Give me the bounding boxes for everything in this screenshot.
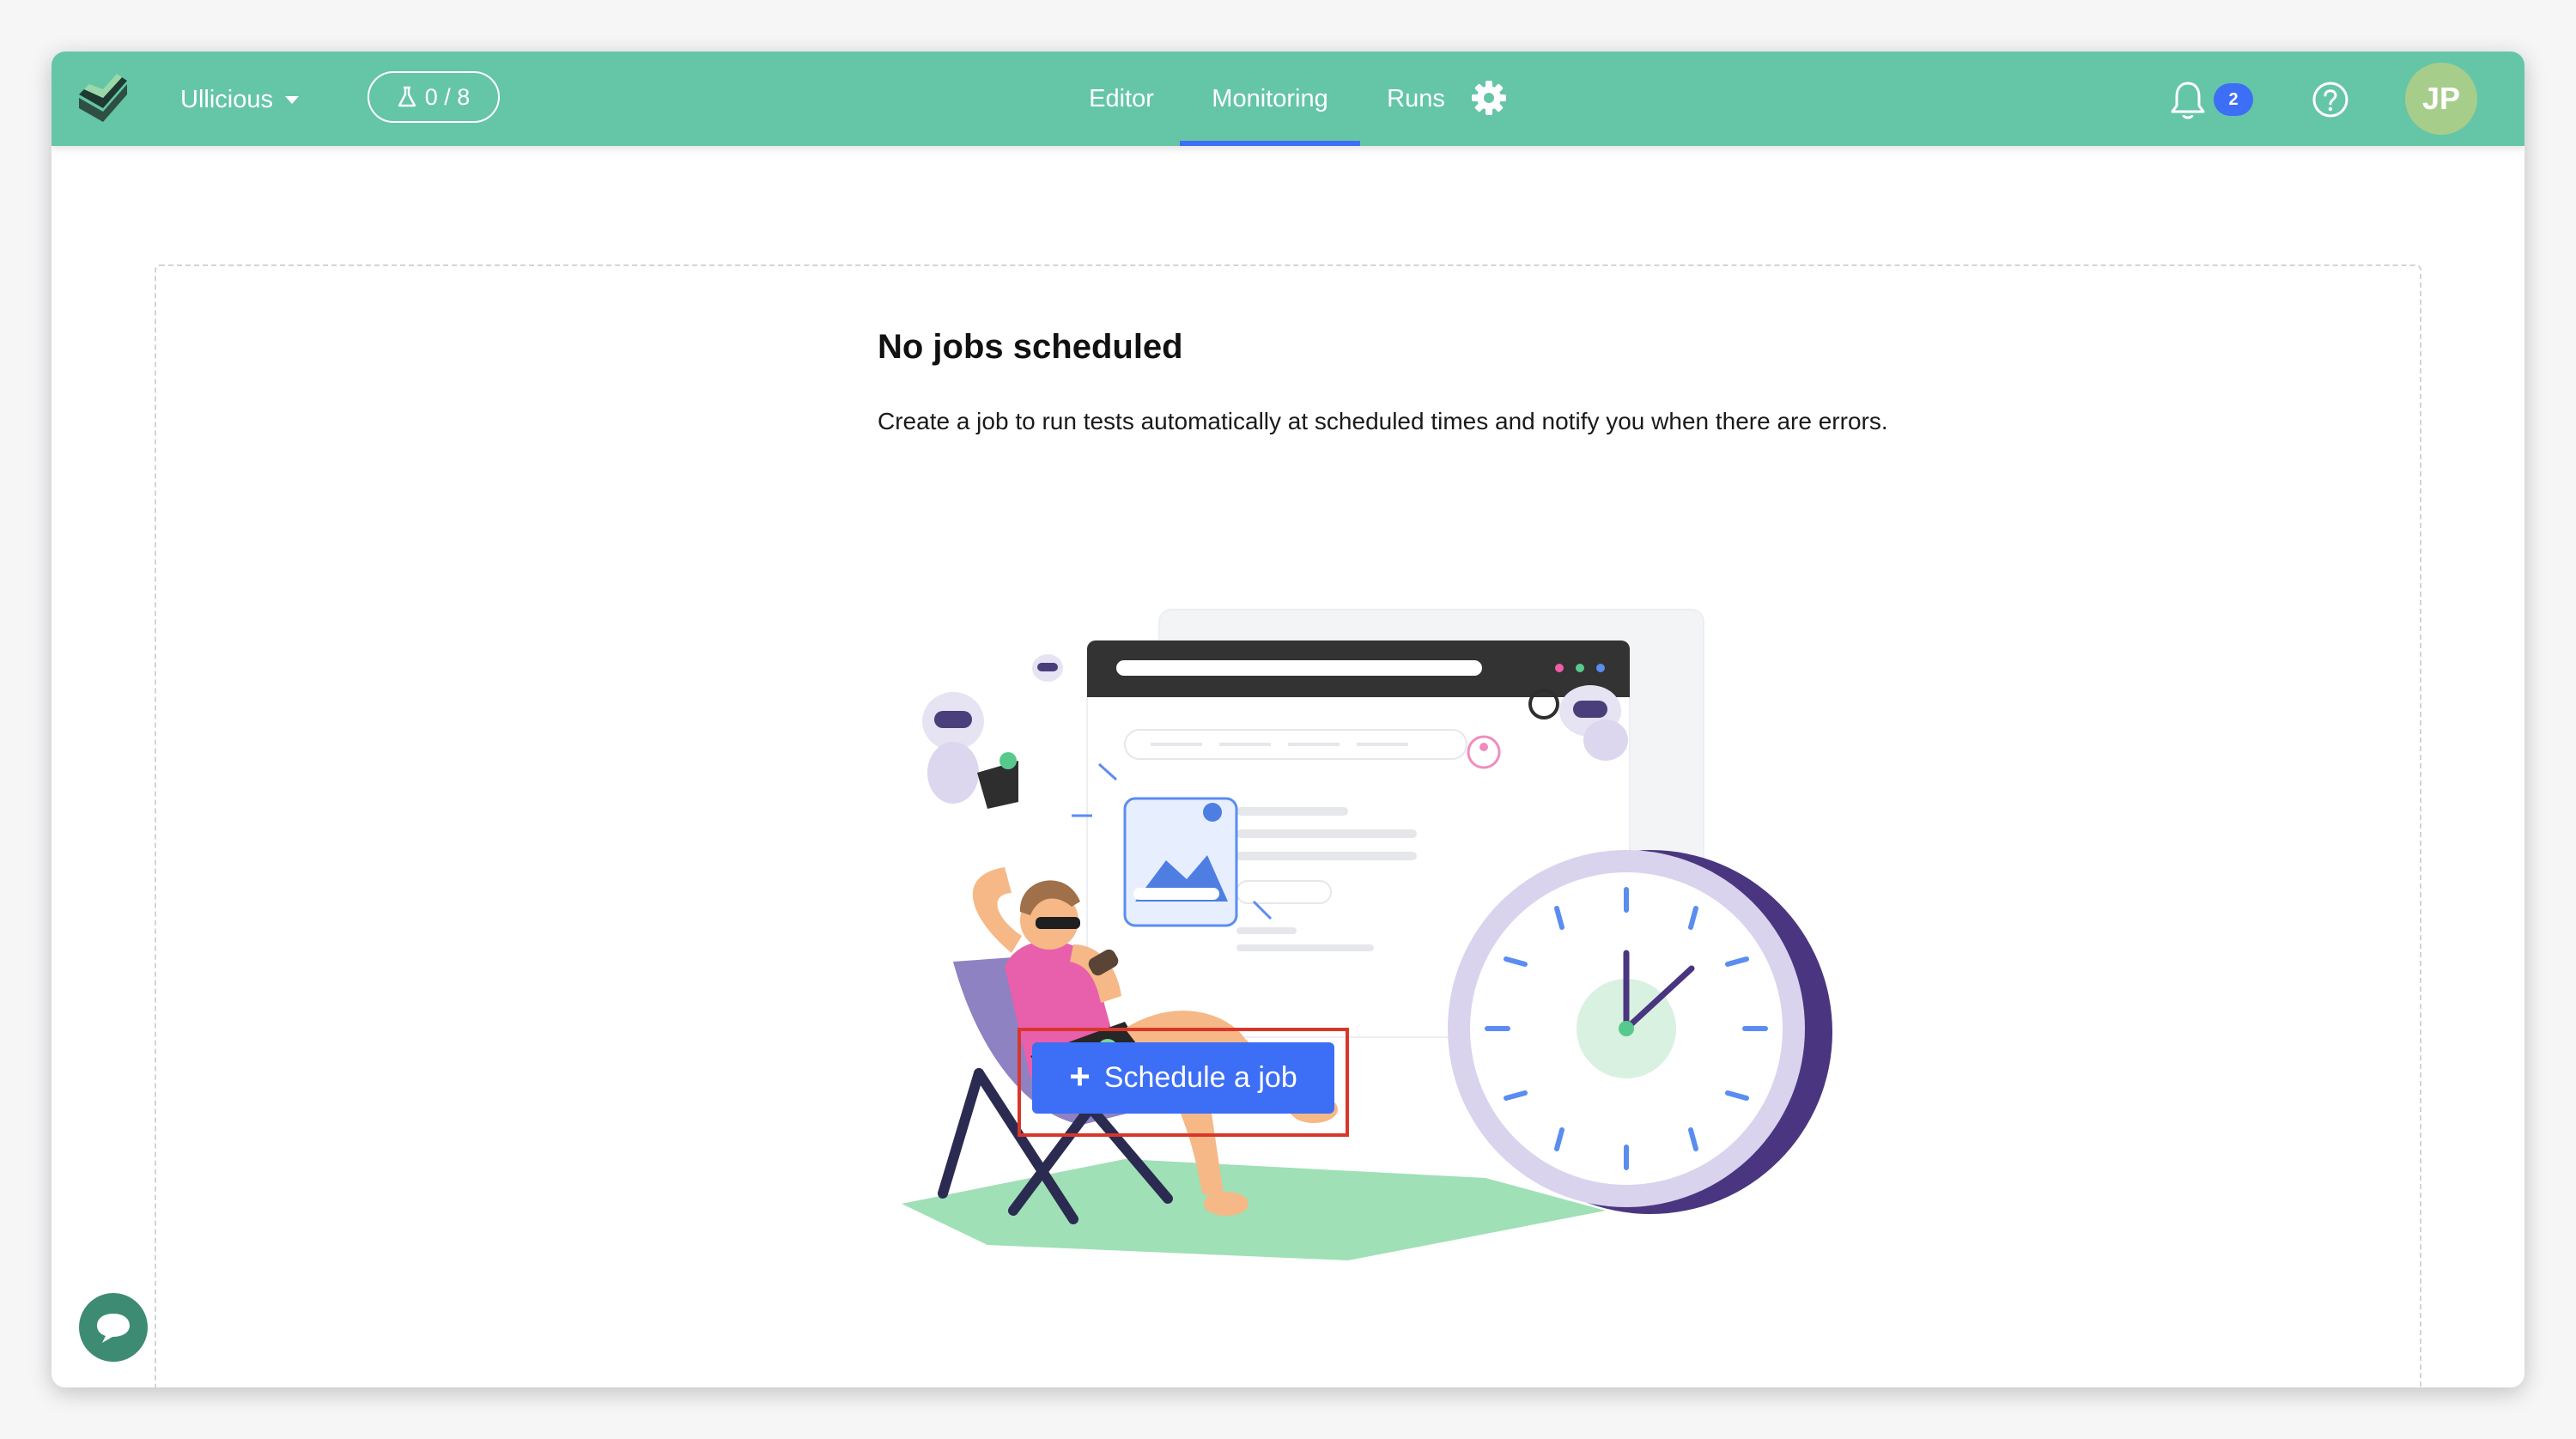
tab-editor-label: Editor — [1089, 84, 1154, 112]
app-window: Ullicious 0 / 8 Editor Monitoring Runs 2… — [52, 52, 2524, 1387]
top-navigation-bar: Ullicious 0 / 8 Editor Monitoring Runs 2… — [52, 52, 2524, 146]
tab-monitoring[interactable]: Monitoring — [1180, 52, 1360, 146]
schedule-job-label: Schedule a job — [1103, 1061, 1297, 1094]
gear-icon[interactable] — [1468, 77, 1510, 118]
page-title: No jobs scheduled — [878, 328, 1183, 366]
question-circle-icon[interactable] — [2310, 79, 2351, 120]
user-avatar[interactable]: JP — [2405, 63, 2477, 135]
test-count-button[interactable]: 0 / 8 — [368, 71, 500, 123]
notification-count-badge: 2 — [2214, 83, 2253, 116]
chat-bubble-icon — [97, 1314, 130, 1343]
tab-runs[interactable]: Runs — [1360, 52, 1472, 146]
main-tabs: Editor Monitoring Runs — [1063, 52, 1472, 146]
schedule-job-button[interactable]: + Schedule a job — [1032, 1042, 1334, 1114]
tab-editor[interactable]: Editor — [1063, 52, 1180, 146]
tab-monitoring-label: Monitoring — [1212, 84, 1328, 112]
plus-icon: + — [1069, 1055, 1091, 1096]
flask-icon — [398, 86, 416, 107]
empty-state-panel: No jobs scheduled Create a job to run te… — [155, 264, 2421, 1387]
empty-state-description: Create a job to run tests automatically … — [878, 408, 1888, 434]
tab-runs-label: Runs — [1387, 84, 1445, 112]
relaxing-person-illustration — [902, 609, 1832, 1260]
test-count-label: 0 / 8 — [424, 83, 471, 110]
bell-icon[interactable] — [2168, 79, 2208, 122]
chat-support-button[interactable] — [79, 1293, 148, 1362]
project-selector[interactable]: Ullicious — [180, 81, 299, 118]
project-name: Ullicious — [180, 85, 273, 113]
chevron-down-icon — [284, 95, 299, 104]
checkmark-logo-icon[interactable] — [76, 72, 131, 127]
